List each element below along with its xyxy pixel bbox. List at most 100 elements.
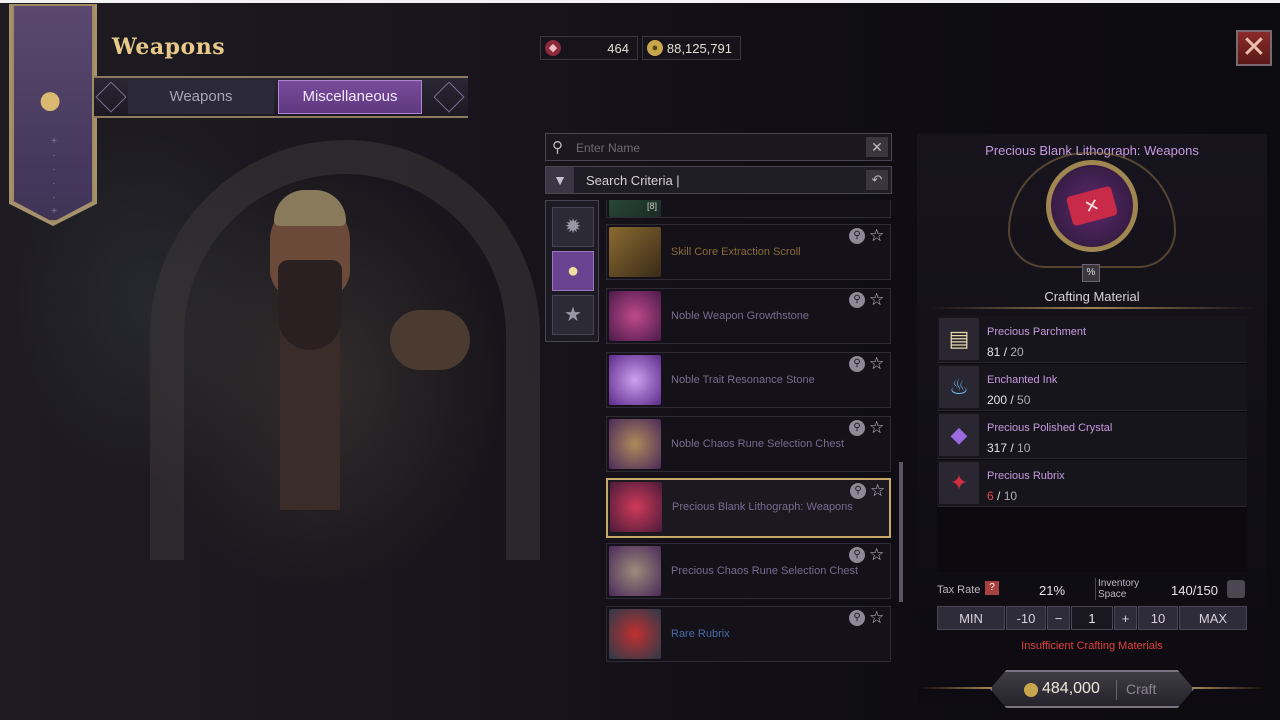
search-criteria-label[interactable]: Search Criteria | xyxy=(586,173,680,188)
list-item[interactable]: Skill Core Extraction Scroll ⚲ ☆ xyxy=(606,224,891,280)
list-item[interactable]: Noble Trait Resonance Stone ⚲ ☆ xyxy=(606,352,891,408)
favorite-star-icon[interactable]: ☆ xyxy=(869,226,884,246)
material-name: Precious Parchment xyxy=(987,326,1087,338)
gold-coin-icon xyxy=(1024,683,1038,697)
percent-icon[interactable]: % xyxy=(1082,264,1100,282)
tax-rate-value: 21% xyxy=(1039,583,1066,598)
category-favorites[interactable]: ★ xyxy=(552,295,594,335)
rubrix-icon: ✦ xyxy=(939,462,979,504)
npc-arm xyxy=(390,310,470,370)
max-button[interactable]: MAX xyxy=(1179,606,1247,630)
tax-inventory-row: Tax Rate ? 21% Inventory Space 140/150 xyxy=(937,578,1249,602)
material-name: Precious Rubrix xyxy=(987,470,1065,482)
decrement-button[interactable]: − xyxy=(1047,606,1070,630)
inventory-space-value: 140/150 xyxy=(1171,583,1218,598)
inventory-icon[interactable] xyxy=(1227,580,1245,598)
craft-label: Craft xyxy=(1126,681,1157,697)
banner-dots: + · · · · + xyxy=(51,136,57,217)
material-count: 6 / 10 xyxy=(987,489,1018,503)
money-bag-icon: ● xyxy=(566,260,580,282)
inspect-icon[interactable]: ⚲ xyxy=(849,610,865,626)
sun-emblem-icon: ✹ xyxy=(564,216,582,238)
favorite-star-icon[interactable]: ☆ xyxy=(869,545,884,565)
material-count: 81 / 20 xyxy=(987,345,1024,359)
scroll-icon xyxy=(609,227,661,277)
tab-weapons[interactable]: Weapons xyxy=(128,80,274,114)
star-icon: ★ xyxy=(564,304,582,326)
item-name: Precious Blank Lithograph: Weapons xyxy=(672,501,853,513)
favorite-star-icon[interactable]: ☆ xyxy=(869,290,884,310)
item-name: Rare Rubrix xyxy=(671,628,730,640)
item-name: Skill Core Extraction Scroll xyxy=(671,246,801,258)
npc-hat xyxy=(274,190,346,226)
craft-button[interactable]: 484,000 Craft xyxy=(990,670,1194,708)
chest-icon xyxy=(609,546,661,596)
list-scrollbar[interactable] xyxy=(899,462,903,602)
inspect-icon[interactable]: ⚲ xyxy=(849,292,865,308)
item-name: Precious Chaos Rune Selection Chest xyxy=(671,565,859,577)
search-input[interactable] xyxy=(574,137,858,159)
filter-icon[interactable]: ▼ xyxy=(546,167,574,193)
plus-ten-button[interactable]: 10 xyxy=(1138,606,1178,630)
material-count: 200 / 50 xyxy=(987,393,1031,407)
crystal-amount: 464 xyxy=(607,41,629,56)
tax-rate-label: Tax Rate xyxy=(937,584,981,596)
gold-currency: ● 88,125,791 xyxy=(642,36,741,60)
crystal-icon: ◆ xyxy=(939,414,979,456)
scrollbar-thumb[interactable] xyxy=(899,462,903,602)
material-row[interactable]: ▤ Precious Parchment 81 / 20 xyxy=(937,316,1247,363)
list-item[interactable]: Rare Rubrix ⚲ ☆ xyxy=(606,606,891,662)
inspect-icon[interactable]: ⚲ xyxy=(849,420,865,436)
gold-amount: 88,125,791 xyxy=(666,41,732,56)
list-item[interactable]: Noble Weapon Growthstone ⚲ ☆ xyxy=(606,288,891,344)
item-name: Noble Chaos Rune Selection Chest xyxy=(671,438,845,450)
increment-button[interactable]: + xyxy=(1114,606,1137,630)
favorite-star-icon[interactable]: ☆ xyxy=(870,481,885,501)
crystal-currency: ◆ 464 xyxy=(540,36,638,60)
inspect-icon[interactable]: ⚲ xyxy=(850,483,866,499)
close-button[interactable]: ✕ xyxy=(1236,30,1272,66)
favorite-star-icon[interactable]: ☆ xyxy=(869,354,884,374)
lithograph-icon: ✕ xyxy=(1065,185,1119,227)
quantity-input[interactable]: 1 xyxy=(1071,606,1113,630)
material-row[interactable]: ♨ Enchanted Ink 200 / 50 xyxy=(937,364,1247,411)
favorite-star-icon[interactable]: ☆ xyxy=(869,418,884,438)
inspect-icon[interactable]: ⚲ xyxy=(849,356,865,372)
min-button[interactable]: MIN xyxy=(937,606,1005,630)
search-icon: ⚲ xyxy=(552,139,563,156)
inspect-icon[interactable]: ⚲ xyxy=(849,228,865,244)
help-icon[interactable]: ? xyxy=(985,581,999,595)
search-criteria-bar: ▼ Search Criteria | ↶ xyxy=(545,166,892,194)
material-row[interactable]: ◆ Precious Polished Crystal 317 / 10 xyxy=(937,412,1247,459)
material-name: Enchanted Ink xyxy=(987,374,1058,386)
gold-coin-icon: ● xyxy=(647,40,663,56)
tab-miscellaneous[interactable]: Miscellaneous xyxy=(278,80,422,114)
rubrix-icon xyxy=(609,609,661,659)
search-bar: ⚲ ✕ xyxy=(545,133,892,161)
close-icon: ✕ xyxy=(1241,31,1267,64)
craft-item-emblem: ✕ xyxy=(1046,160,1138,252)
money-bag-icon: ● xyxy=(36,75,64,124)
growthstone-icon xyxy=(609,291,661,341)
clear-search-button[interactable]: ✕ xyxy=(866,137,888,157)
category-all[interactable]: ✹ xyxy=(552,207,594,247)
list-item[interactable]: [8] xyxy=(606,200,891,218)
item-badge: [8] xyxy=(647,201,658,211)
inventory-space-label: Inventory Space xyxy=(1095,578,1158,600)
list-item-selected[interactable]: Precious Blank Lithograph: Weapons ⚲ ☆ xyxy=(606,478,891,538)
material-row[interactable]: ✦ Precious Rubrix 6 / 10 xyxy=(937,460,1247,507)
minus-ten-button[interactable]: -10 xyxy=(1006,606,1046,630)
inspect-icon[interactable]: ⚲ xyxy=(849,547,865,563)
divider xyxy=(930,307,1256,309)
npc-merchant xyxy=(190,190,470,520)
category-materials[interactable]: ● xyxy=(552,251,594,291)
reset-icon[interactable]: ↶ xyxy=(866,170,888,190)
favorite-star-icon[interactable]: ☆ xyxy=(869,608,884,628)
item-name: Noble Trait Resonance Stone xyxy=(671,374,815,386)
list-item[interactable]: Precious Chaos Rune Selection Chest ⚲ ☆ xyxy=(606,543,891,599)
resonance-stone-icon xyxy=(609,355,661,405)
craft-subtitle: Crafting Material xyxy=(1044,289,1140,304)
list-item[interactable]: Noble Chaos Rune Selection Chest ⚲ ☆ xyxy=(606,416,891,472)
insufficient-materials-warning: Insufficient Crafting Materials xyxy=(1021,640,1163,652)
top-border xyxy=(0,0,1280,3)
